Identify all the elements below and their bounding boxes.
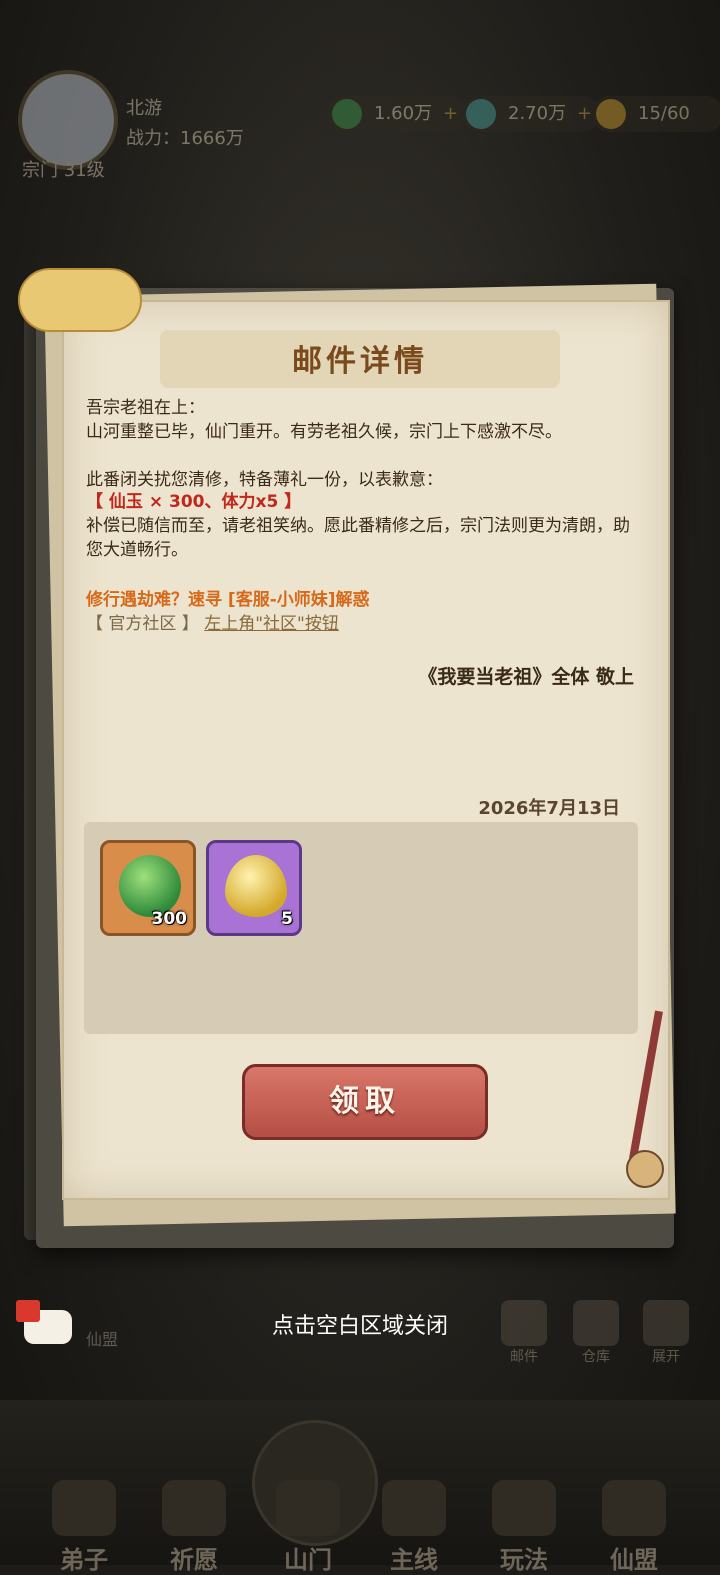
reward-count: 300: [151, 909, 188, 929]
reward-count: 5: [281, 909, 293, 929]
player-power: 战力：1666万: [126, 128, 244, 149]
tassel-ornament: [612, 1010, 686, 1220]
gameplay-icon: [492, 1480, 556, 1536]
resource-stamina: 15/60: [592, 96, 720, 132]
stamina-flame-icon: [225, 855, 287, 917]
community-link[interactable]: 左上角"社区"按钮: [204, 614, 339, 634]
resource-spirit-stone: 2.70万 +: [462, 96, 601, 132]
mail-gift-line: 【 仙玉 × 300、体力x5 】: [86, 492, 302, 512]
nav-gameplay[interactable]: 玩法: [474, 1480, 574, 1575]
help-line[interactable]: 修行遇劫难？速寻 [客服-小师妹]解惑: [86, 588, 642, 612]
mail-date: 2026年7月13日: [478, 798, 620, 819]
mail-signature: 《我要当老祖》全体 敬上: [418, 666, 634, 688]
stamina-gourd-icon: [596, 99, 626, 129]
nav-mountain-gate[interactable]: 山门: [258, 1480, 358, 1575]
expand-icon: [643, 1300, 689, 1346]
plus-icon: +: [442, 103, 459, 124]
nav-disciples[interactable]: 弟子: [34, 1480, 134, 1575]
warehouse-side-button[interactable]: 仓库: [566, 1300, 626, 1365]
mail-title: 邮件详情: [292, 344, 428, 379]
community-label: 【 官方社区 】: [86, 614, 199, 634]
spirit-stone-icon: [466, 99, 496, 129]
claim-button[interactable]: 领取: [242, 1064, 488, 1140]
resource-jade: 1.60万 +: [328, 96, 467, 132]
stamina-reward-item[interactable]: 5: [206, 840, 302, 936]
warehouse-icon: [573, 1300, 619, 1346]
mail-paragraph-1: 山河重整已毕，仙门重开。有劳老祖久候，宗门上下感激不尽。: [86, 422, 562, 442]
mail-paragraph-2: 此番闭关扰您清修，特备薄礼一份，以表歉意：: [86, 470, 443, 490]
cloud-ornament-icon: [18, 268, 142, 332]
nav-alliance[interactable]: 仙盟: [584, 1480, 684, 1575]
jade-currency-icon: [332, 99, 362, 129]
mail-side-button[interactable]: 邮件: [494, 1300, 554, 1365]
sect-level: 宗门 31级: [22, 160, 105, 181]
player-name: 北游: [126, 98, 162, 119]
player-avatar: [18, 70, 118, 170]
mail-icon: [501, 1300, 547, 1346]
jade-reward-item[interactable]: 300: [100, 840, 196, 936]
wish-icon: [162, 1480, 226, 1536]
tassel-bead-icon: [626, 1150, 664, 1188]
nav-wish[interactable]: 祈愿: [144, 1480, 244, 1575]
tassel-cord: [629, 1010, 663, 1160]
nav-main-quest[interactable]: 主线: [364, 1480, 464, 1575]
alliance-icon: [602, 1480, 666, 1536]
gate-icon: [276, 1480, 340, 1536]
jade-dragon-icon: [119, 855, 181, 917]
expand-side-button[interactable]: 展开: [636, 1300, 696, 1365]
plus-icon: +: [576, 103, 593, 124]
quest-icon: [382, 1480, 446, 1536]
top-hud: 北游 战力：1666万 宗门 31级 1.60万 + 2.70万 + 15/60: [0, 60, 720, 181]
mail-paragraph-3: 补偿已随信而至，请老祖笑纳。愿此番精修之后，宗门法则更为清朗，助您大道畅行。: [86, 516, 630, 560]
community-line: 【 官方社区 】 左上角"社区"按钮: [86, 612, 642, 636]
disciple-icon: [52, 1480, 116, 1536]
mail-greeting: 吾宗老祖在上：: [86, 398, 205, 418]
